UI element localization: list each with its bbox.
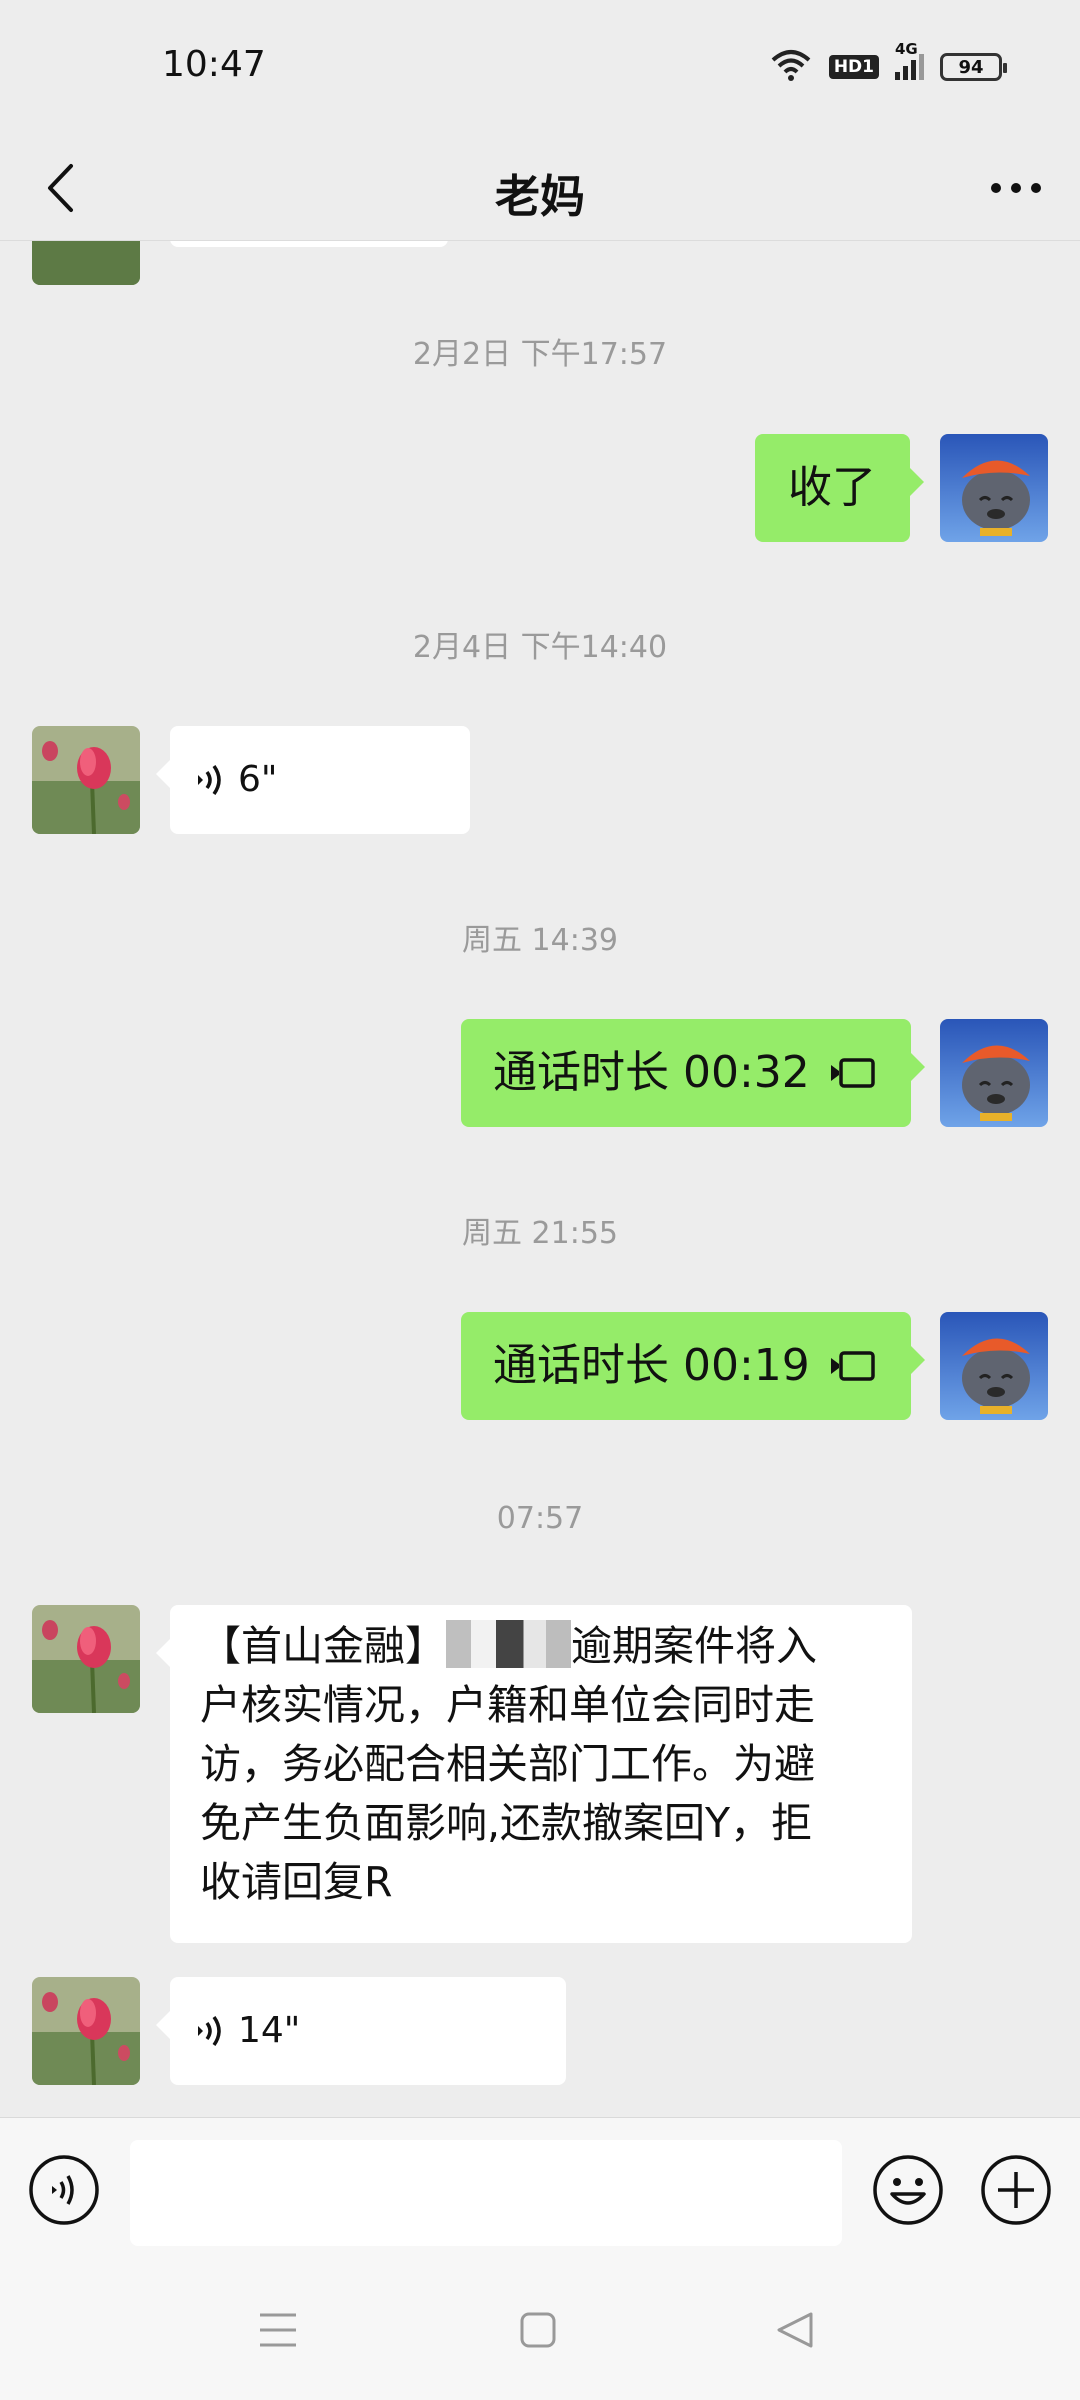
voice-message[interactable]: 14" (156, 1977, 566, 2085)
message-list[interactable]: 2月2日 下午17:57 收了 2月4日 下午14:40 6" 周五 14:39… (0, 241, 1080, 2117)
system-navigation-bar (0, 2260, 1080, 2400)
call-duration-text: 通话时长 00:32 (493, 1047, 810, 1098)
timestamp: 2月2日 下午17:57 (412, 337, 668, 372)
more-functions-button[interactable] (980, 2154, 1052, 2226)
signal-icon: 4G (895, 40, 924, 80)
chat-title: 老妈 (494, 170, 585, 223)
sms-text-message[interactable]: 【首山金融】 逾期案件将入 户核实情况，户籍和单位会同时走 访，务必配合相关部门工… (156, 1605, 912, 1943)
voice-input-button[interactable] (28, 2154, 100, 2226)
call-record-message[interactable]: 通话时长 00:32 (461, 1019, 925, 1127)
message-text: 收了 (788, 462, 876, 513)
more-button[interactable] (980, 156, 1052, 220)
message-line: 【首山金融】 逾期案件将入 (200, 1617, 888, 1676)
recent-apps-button[interactable] (238, 2300, 318, 2360)
home-icon (520, 2312, 556, 2348)
back-nav-button[interactable] (755, 2300, 835, 2360)
more-icon (991, 183, 1041, 193)
wifi-icon (769, 48, 813, 86)
message-bubble-outgoing[interactable]: 收了 (755, 434, 924, 542)
timestamp: 2月4日 下午14:40 (412, 630, 668, 665)
chat-header: 老妈 (0, 136, 1080, 241)
timestamp: 周五 14:39 (462, 923, 618, 958)
emoji-icon (873, 2155, 943, 2225)
call-duration-text: 通话时长 00:19 (493, 1340, 810, 1391)
network-type: 4G (895, 40, 918, 58)
hd-badge: HD1 (828, 55, 879, 79)
redacted-block (446, 1620, 571, 1668)
menu-icon (260, 2313, 296, 2347)
video-call-icon (828, 1349, 876, 1383)
my-avatar[interactable] (940, 1019, 1048, 1127)
message-line: 访，务必配合相关部门工作。为避 (200, 1740, 815, 1788)
input-bar (0, 2117, 1080, 2261)
voice-wave-icon (198, 764, 221, 796)
message-line: 收请回复R (200, 1858, 393, 1906)
my-avatar[interactable] (940, 1312, 1048, 1420)
message-input[interactable] (130, 2140, 842, 2246)
battery-icon: 94 (940, 53, 1007, 81)
call-record-message[interactable]: 通话时长 00:19 (461, 1312, 925, 1420)
home-button[interactable] (498, 2300, 578, 2360)
message-bubble-partial[interactable] (170, 241, 448, 247)
contact-avatar[interactable] (32, 241, 140, 285)
battery-level: 94 (958, 56, 984, 78)
message-text: 【首山金融】 (200, 1622, 446, 1670)
plus-icon (981, 2155, 1051, 2225)
contact-avatar[interactable] (32, 726, 140, 834)
contact-avatar[interactable] (32, 1977, 140, 2085)
voice-input-icon (29, 2155, 99, 2225)
emoji-button[interactable] (872, 2154, 944, 2226)
status-time: 10:47 (162, 44, 266, 85)
video-call-icon (828, 1056, 876, 1090)
voice-duration: 6" (238, 759, 278, 800)
status-bar: 10:47 HD1 4G 94 (0, 0, 1080, 136)
voice-duration: 14" (238, 2010, 301, 2051)
message-line: 户核实情况，户籍和单位会同时走 (200, 1681, 815, 1729)
my-avatar[interactable] (940, 434, 1048, 542)
voice-wave-icon (198, 2015, 221, 2047)
timestamp: 周五 21:55 (462, 1216, 618, 1251)
status-icons: HD1 4G 94 (769, 40, 1007, 86)
contact-avatar[interactable] (32, 1605, 140, 1713)
voice-message[interactable]: 6" (156, 726, 470, 834)
message-text: 逾期案件将入 (571, 1622, 817, 1670)
message-line: 免产生负面影响,还款撤案回Y，拒 (200, 1799, 813, 1847)
back-nav-icon (777, 2312, 813, 2348)
timestamp: 07:57 (496, 1501, 584, 1536)
